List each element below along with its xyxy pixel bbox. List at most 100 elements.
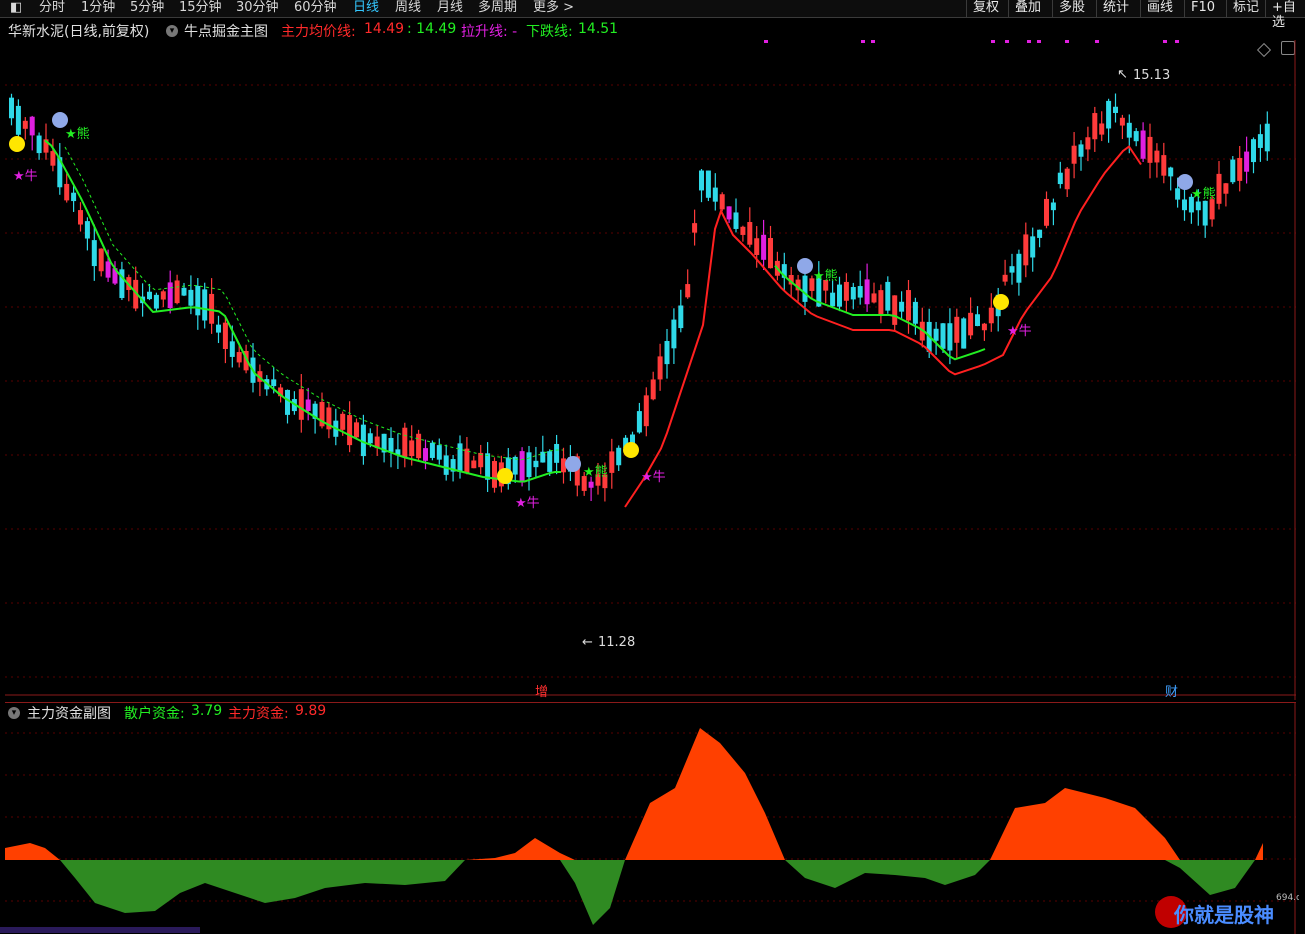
tab-30min[interactable]: 30分钟 bbox=[236, 0, 279, 17]
bear-signal-label: ★熊 bbox=[65, 126, 90, 142]
candle-body bbox=[91, 240, 97, 267]
candle-body bbox=[471, 460, 477, 469]
tab-weekly[interactable]: 周线 bbox=[395, 0, 421, 17]
candle-body bbox=[1244, 151, 1250, 172]
stats-button[interactable]: 统计 bbox=[1096, 0, 1135, 17]
stock-title: 华新水泥(日线,前复权) bbox=[8, 24, 150, 40]
candle-body bbox=[1140, 130, 1146, 159]
magenta-dot bbox=[1095, 40, 1099, 43]
bull-signal-label: ★牛 bbox=[1007, 324, 1032, 339]
overlay-button[interactable]: 叠加 bbox=[1008, 0, 1047, 17]
candle-body bbox=[1237, 157, 1243, 181]
candle-body bbox=[685, 284, 691, 298]
smile-icon bbox=[497, 468, 513, 484]
candle-body bbox=[1099, 123, 1105, 135]
candle-body bbox=[616, 447, 622, 466]
magenta-dot bbox=[871, 40, 875, 43]
candle-body bbox=[354, 422, 359, 438]
f10-button[interactable]: F10 bbox=[1184, 0, 1221, 17]
candle-body bbox=[968, 312, 974, 336]
low-arrow-icon: ← bbox=[582, 635, 593, 650]
candle-body bbox=[830, 292, 836, 307]
candle-body bbox=[657, 356, 663, 380]
tab-multi-period[interactable]: 多周期 bbox=[478, 0, 517, 17]
indicator-dropdown-icon[interactable]: ▾ bbox=[166, 21, 178, 37]
tab-fenshi[interactable]: 分时 bbox=[39, 0, 65, 17]
retail-fund-area bbox=[5, 860, 1263, 925]
candle-body bbox=[885, 281, 891, 311]
toolbar-left-icon[interactable]: ◧ bbox=[10, 0, 22, 17]
add-watchlist-button[interactable]: +自选 bbox=[1265, 0, 1305, 30]
candle-body bbox=[64, 183, 70, 201]
candle-body bbox=[850, 287, 856, 300]
candle-body bbox=[747, 222, 753, 245]
candle-body bbox=[1064, 168, 1070, 190]
tab-daily[interactable]: 日线 bbox=[353, 0, 379, 17]
bull-signal-label: ★牛 bbox=[515, 496, 540, 511]
candle-body bbox=[988, 307, 994, 324]
tab-15min[interactable]: 15分钟 bbox=[179, 0, 222, 17]
candle-body bbox=[1230, 159, 1236, 183]
candle-body bbox=[940, 323, 946, 349]
tab-monthly[interactable]: 月线 bbox=[437, 0, 463, 17]
candle-body bbox=[9, 97, 14, 119]
candle-body bbox=[71, 192, 77, 202]
tab-more[interactable]: 更多 > bbox=[533, 0, 574, 17]
candle-body bbox=[1106, 100, 1112, 129]
magenta-dot bbox=[1005, 40, 1009, 43]
bear-signal-label: ★熊 bbox=[583, 464, 608, 480]
candle-body bbox=[195, 285, 201, 316]
watermark-text: 你就是股神 bbox=[1173, 903, 1274, 927]
candle-body bbox=[712, 187, 718, 202]
magenta-dot bbox=[764, 40, 768, 43]
candle-body bbox=[84, 221, 90, 239]
candle-body bbox=[305, 399, 311, 411]
candle-body bbox=[464, 448, 470, 473]
candle-body bbox=[222, 322, 228, 350]
candle-body bbox=[650, 379, 656, 400]
candle-body bbox=[98, 248, 104, 272]
candle-body bbox=[1085, 137, 1091, 150]
candle-body bbox=[15, 105, 21, 135]
candlestick-chart[interactable]: ★牛 ★牛 ★牛 ★牛 ★熊 ★熊 ★熊 ★熊 ↖ 15.13 ← 11.28 增 财 bbox=[5, 40, 1296, 700]
candle-body bbox=[664, 341, 670, 365]
line1-value2: : 14.49 bbox=[407, 21, 457, 37]
sad-face-icon bbox=[52, 112, 68, 128]
candle-body bbox=[1050, 202, 1056, 211]
candle-body bbox=[1147, 136, 1153, 163]
tab-5min[interactable]: 5分钟 bbox=[130, 0, 164, 17]
candle-body bbox=[443, 455, 449, 475]
main-chart-header: 华新水泥(日线,前复权) ▾ 牛点掘金主图 主力均价线: 14.49 : 14.… bbox=[0, 19, 1305, 58]
candle-body bbox=[298, 389, 304, 420]
candle-body bbox=[961, 318, 967, 349]
tab-1min[interactable]: 1分钟 bbox=[81, 0, 115, 17]
indicator-name[interactable]: 牛点掘金主图 bbox=[184, 21, 268, 41]
multi-stock-button[interactable]: 多股 bbox=[1052, 0, 1091, 17]
fund-flow-chart[interactable] bbox=[5, 702, 1296, 934]
candle-body bbox=[1161, 155, 1167, 176]
candle-body bbox=[1264, 123, 1270, 152]
sad-face-icon bbox=[797, 258, 813, 274]
candle-body bbox=[1092, 113, 1098, 140]
magenta-dot bbox=[991, 40, 995, 43]
candle-body bbox=[153, 294, 159, 309]
candle-body bbox=[50, 151, 56, 166]
candle-body bbox=[1251, 139, 1256, 163]
candle-body bbox=[216, 324, 221, 333]
candle-body bbox=[843, 281, 849, 301]
magenta-dot bbox=[1175, 40, 1179, 43]
candle-body bbox=[1016, 253, 1022, 283]
fuquan-button[interactable]: 复权 bbox=[966, 0, 1005, 17]
tab-60min[interactable]: 60分钟 bbox=[294, 0, 337, 17]
candle-body bbox=[1030, 236, 1036, 258]
mark-button[interactable]: 标记 bbox=[1226, 0, 1265, 17]
candle-body bbox=[754, 238, 760, 255]
candle-body bbox=[167, 282, 173, 309]
candle-body bbox=[1126, 122, 1132, 138]
candle-body bbox=[671, 319, 677, 349]
candle-body bbox=[1209, 199, 1215, 220]
candle-body bbox=[1071, 145, 1077, 164]
candle-body bbox=[347, 415, 353, 446]
draw-button[interactable]: 画线 bbox=[1140, 0, 1179, 17]
low-price-label: 11.28 bbox=[598, 635, 635, 650]
